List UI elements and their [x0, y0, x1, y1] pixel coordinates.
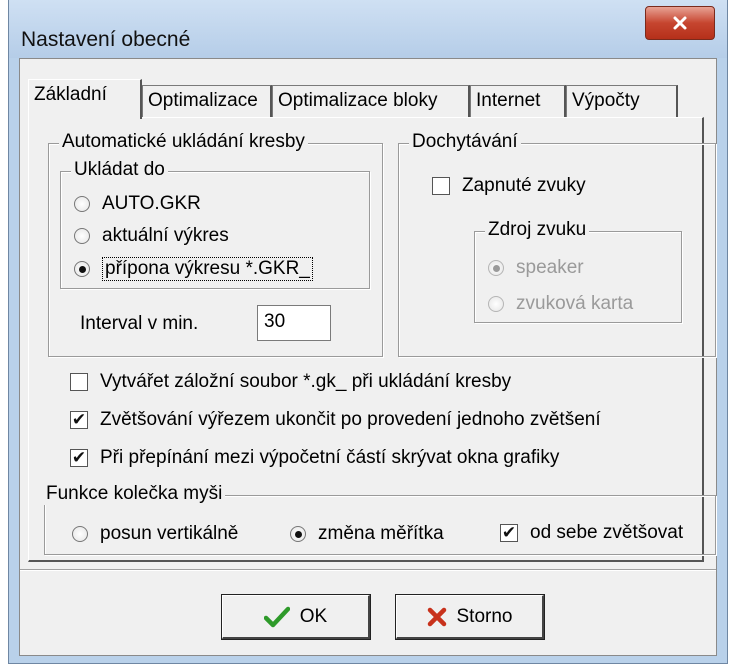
radio-vertical-scroll[interactable]: posun vertikálně — [72, 523, 238, 545]
radio-scale-change[interactable]: změna měřítka — [290, 523, 444, 545]
ok-button[interactable]: OK — [221, 594, 371, 640]
radio-speaker[interactable]: speaker — [488, 257, 584, 279]
option-label: Při přepínání mezi výpočetní částí skrýv… — [100, 447, 560, 468]
close-icon — [673, 16, 687, 30]
checkbox[interactable]: ✔ — [500, 524, 518, 542]
radio-label: zvuková karta — [516, 293, 634, 314]
option-zoom-once[interactable]: ✔ Zvětšování výřezem ukončit po proveden… — [70, 409, 601, 431]
window-title: Nastavení obecné — [21, 28, 191, 51]
snapping-group-label: Dochytávání — [409, 131, 521, 153]
cross-icon — [427, 607, 447, 627]
option-hide-graphics[interactable]: ✔ Při přepínání mezi výpočetní částí skr… — [70, 447, 559, 469]
option-backup-file[interactable]: Vytvářet záložní soubor *.gk_ při ukládá… — [70, 371, 511, 393]
radio-label: přípona výkresu *.GKR_ — [102, 257, 313, 281]
sounds-checkbox[interactable] — [432, 177, 450, 195]
radio-button[interactable] — [74, 261, 90, 277]
save-to-group-label: Ukládat do — [71, 159, 168, 181]
radio-label: změna měřítka — [318, 523, 444, 544]
ok-label: OK — [299, 605, 328, 627]
tab-optimalizace-bloky[interactable]: Optimalizace bloky — [272, 85, 470, 117]
dialog-client-area: Základní Optimalizace Optimalizace bloky… — [19, 58, 717, 656]
radio-button[interactable] — [488, 260, 504, 276]
radio-label: speaker — [516, 257, 584, 278]
tab-internet[interactable]: Internet — [470, 85, 566, 117]
radio-auto-gkr[interactable]: AUTO.GKR — [74, 193, 201, 215]
tab-vypocty[interactable]: Výpočty — [566, 85, 678, 117]
sounds-label: Zapnuté zvuky — [462, 175, 586, 196]
radio-button[interactable] — [488, 296, 504, 312]
cancel-label: Storno — [456, 605, 513, 627]
checkmark-icon — [263, 606, 290, 628]
autosave-group-label: Automatické ukládání kresby — [59, 131, 308, 153]
tab-optimalizace[interactable]: Optimalizace — [142, 85, 272, 117]
radio-button[interactable] — [74, 228, 90, 244]
radio-pripona-vykresu[interactable]: přípona výkresu *.GKR_ — [74, 257, 313, 281]
option-label: Vytvářet záložní soubor *.gk_ při ukládá… — [100, 371, 512, 392]
zoom-away-checkbox-row[interactable]: ✔ od sebe zvětšovat — [500, 522, 683, 544]
radio-label: posun vertikálně — [100, 523, 239, 544]
radio-button[interactable] — [290, 526, 306, 542]
checkbox[interactable] — [70, 373, 88, 391]
dialog-window: Nastavení obecné Základní Optimalizace O… — [8, 0, 728, 664]
tab-zakladni[interactable]: Základní — [28, 79, 142, 119]
footer-separator — [20, 569, 716, 571]
radio-aktualni-vykres[interactable]: aktuální výkres — [74, 225, 229, 247]
radio-button[interactable] — [72, 526, 88, 542]
checkbox[interactable]: ✔ — [70, 449, 88, 467]
sounds-checkbox-row[interactable]: Zapnuté zvuky — [432, 175, 586, 197]
close-button[interactable] — [645, 6, 715, 40]
interval-input[interactable]: 30 — [257, 305, 331, 341]
checkbox[interactable]: ✔ — [70, 411, 88, 429]
cancel-button[interactable]: Storno — [395, 594, 545, 640]
option-label: od sebe zvětšovat — [530, 522, 684, 543]
radio-zvukova-karta[interactable]: zvuková karta — [488, 293, 633, 315]
interval-label: Interval v min. — [80, 313, 199, 334]
sound-source-group-label: Zdroj zvuku — [485, 219, 590, 241]
radio-label: AUTO.GKR — [102, 193, 201, 214]
radio-label: aktuální výkres — [102, 225, 229, 246]
title-bar[interactable]: Nastavení obecné — [9, 0, 727, 58]
radio-button[interactable] — [74, 196, 90, 212]
mouse-wheel-group-label: Funkce kolečka myši — [43, 483, 226, 505]
option-label: Zvětšování výřezem ukončit po provedení … — [100, 409, 601, 430]
